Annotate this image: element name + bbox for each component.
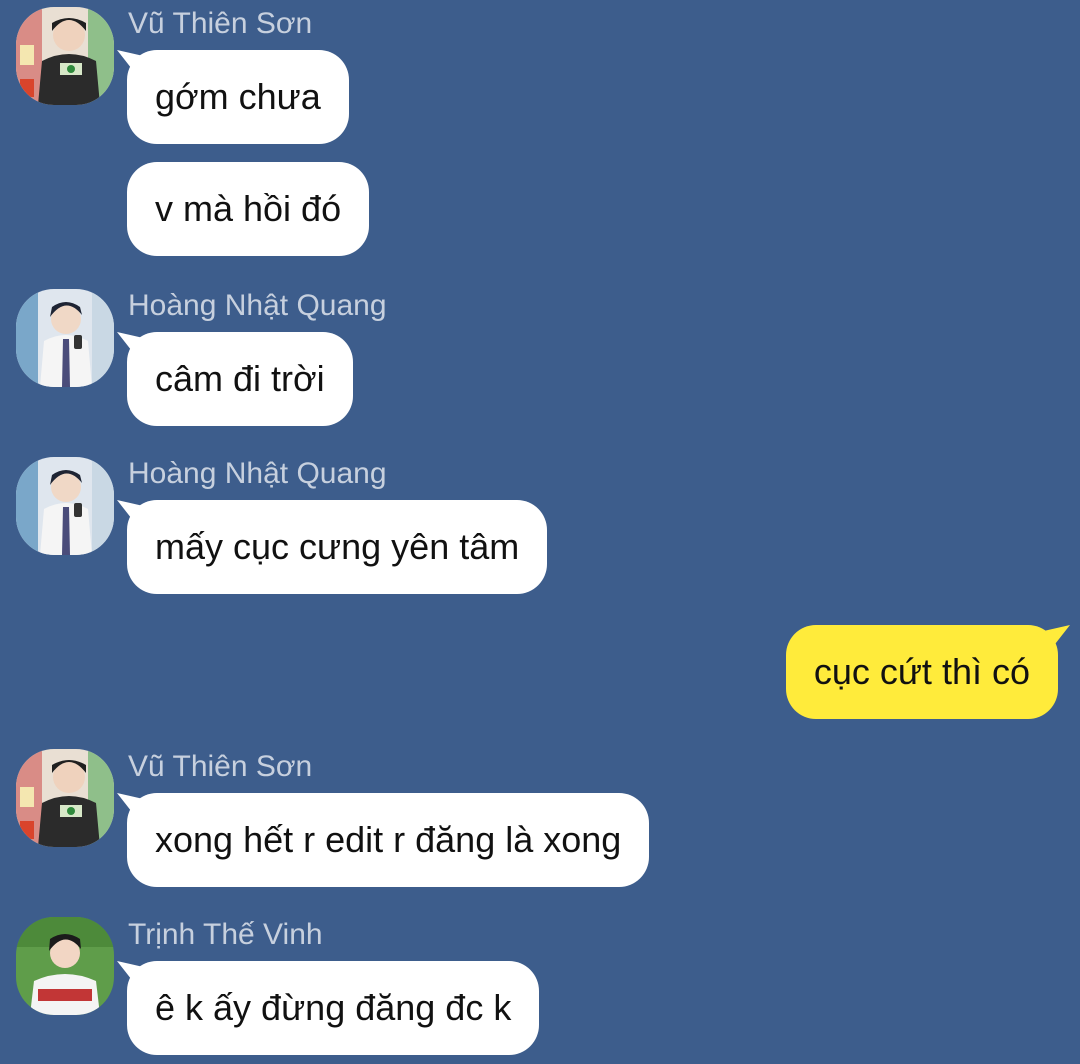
message-bubble[interactable]: v mà hồi đó <box>127 162 370 256</box>
sender-name: Trịnh Thế Vinh <box>128 918 323 951</box>
avatar-vinh-icon[interactable] <box>16 917 114 1015</box>
message-bubble[interactable]: ê k ấy đừng đăng đc k <box>127 961 540 1055</box>
outgoing-message-bubble[interactable]: cục cứt thì có <box>785 625 1058 719</box>
message-bubble[interactable]: xong hết r edit r đăng là xong <box>127 793 650 887</box>
sender-name: Hoàng Nhật Quang <box>128 457 387 490</box>
avatar-son-icon[interactable] <box>16 749 114 847</box>
message-bubble[interactable]: gớm chưa <box>127 50 349 144</box>
sender-name: Hoàng Nhật Quang <box>128 289 387 322</box>
message-bubble[interactable]: câm đi trời <box>127 332 353 426</box>
avatar-quang-icon[interactable] <box>16 457 114 555</box>
sender-name: Vũ Thiên Sơn <box>128 750 313 783</box>
avatar-son-icon[interactable] <box>16 7 114 105</box>
message-bubble[interactable]: mấy cục cưng yên tâm <box>127 500 548 594</box>
avatar-quang-icon[interactable] <box>16 289 114 387</box>
sender-name: Vũ Thiên Sơn <box>128 7 313 40</box>
chat-thread[interactable]: Vũ Thiên Sơn gớm chưa v mà hồi đó Hoàng … <box>0 0 1080 1064</box>
